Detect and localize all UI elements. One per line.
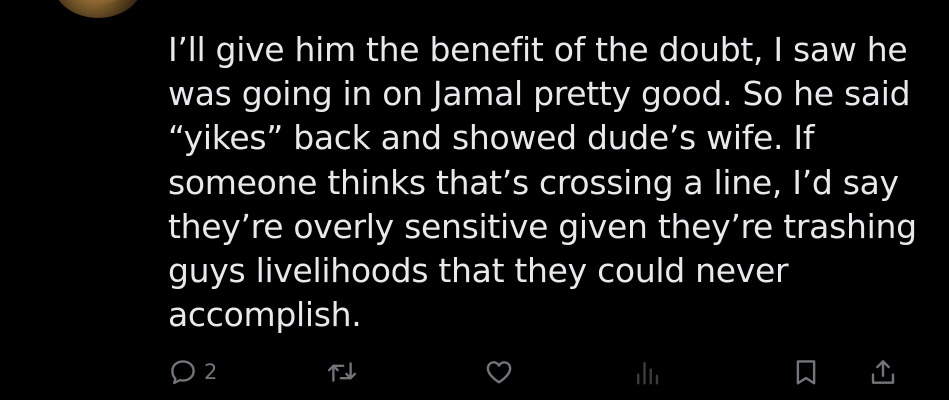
reply-button[interactable]: 2 [168,350,217,394]
reply-count: 2 [204,360,218,384]
reply-text-line: I’ll give him the benefit of the doubt, … [168,30,908,69]
reply-text-line: someone thinks that’s crossing a line, I… [168,162,899,202]
analytics-bars-icon [632,357,662,387]
views-button[interactable] [632,350,662,394]
reply-text-line: “yikes” back and showed dude’s wife. If [168,118,815,158]
user-avatar[interactable] [52,0,144,18]
share-button[interactable] [868,350,898,394]
bookmark-icon [791,357,821,387]
share-upload-icon [868,357,898,387]
repost-button[interactable] [326,350,358,394]
action-bar: 2 [0,350,949,394]
reply-text-line: they’re overly sensitive given they’re t… [168,206,917,246]
avatar-image-detail [70,0,126,4]
reply-text-line: accomplish. [168,295,362,335]
repost-icon [326,357,358,387]
reply-text-line: guys livelihoods that they could never [168,251,789,291]
reply-text-line: was going in on Jamal pretty good. So he… [168,74,911,114]
like-button[interactable] [484,350,514,394]
bookmark-button[interactable] [791,350,821,394]
reply-text: I’ll give him the benefit of the doubt, … [168,28,917,337]
heart-icon [484,357,514,387]
reply-bubble-icon [168,357,198,387]
